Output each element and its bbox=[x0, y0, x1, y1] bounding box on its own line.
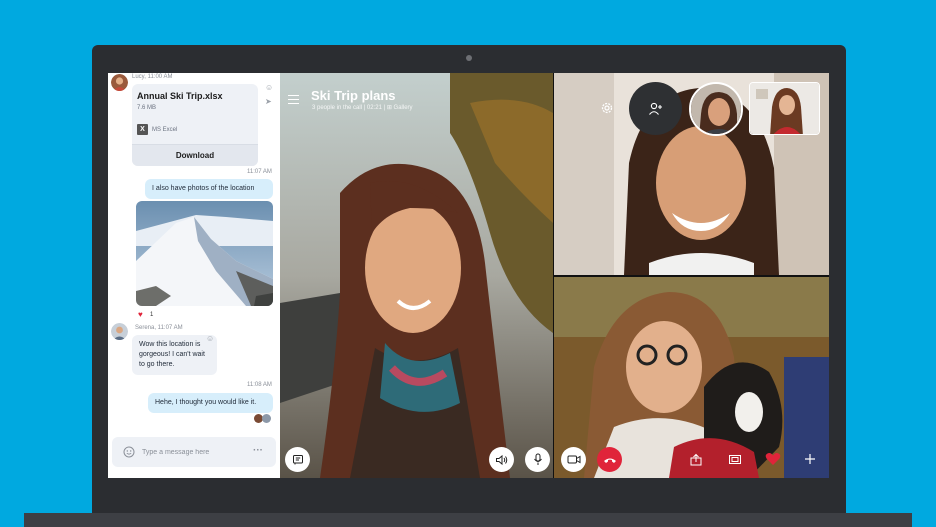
share-screen-icon bbox=[690, 453, 702, 465]
file-name: Annual Ski Trip.xlsx bbox=[137, 91, 223, 101]
more-options-icon[interactable]: ··· bbox=[253, 445, 263, 456]
outgoing-message[interactable]: Hehe, I thought you would like it. bbox=[148, 393, 273, 413]
sender-timestamp: Serena, 11:07 AM bbox=[135, 325, 183, 331]
video-camera-icon bbox=[567, 455, 580, 464]
call-area: Ski Trip plans 3 people in the call | 02… bbox=[280, 73, 829, 478]
end-call-icon bbox=[603, 458, 616, 463]
heart-reaction-icon[interactable]: ♥ bbox=[138, 310, 143, 319]
laptop-base bbox=[24, 513, 912, 527]
participant-bubble[interactable] bbox=[689, 82, 743, 136]
chat-panel: Lucy, 11:00 AM Annual Ski Trip.xlsx 7.6 … bbox=[108, 73, 280, 478]
screenshot-icon bbox=[729, 455, 741, 464]
mountain-photo[interactable] bbox=[136, 201, 273, 306]
message-timestamp: 11:07 AM bbox=[247, 169, 272, 175]
webcam bbox=[466, 55, 472, 61]
emoji-react-icon[interactable]: ☺ bbox=[206, 334, 214, 343]
chat-toggle-button[interactable] bbox=[285, 447, 310, 472]
call-title: Ski Trip plans bbox=[311, 88, 396, 103]
react-button[interactable] bbox=[764, 450, 782, 468]
settings-icon[interactable] bbox=[600, 101, 614, 115]
video-button[interactable] bbox=[561, 447, 586, 472]
speaker-button[interactable] bbox=[489, 447, 514, 472]
incoming-message[interactable]: Wow this location is gorgeous! I can't w… bbox=[132, 335, 217, 375]
skype-window: Lucy, 11:00 AM Annual Ski Trip.xlsx 7.6 … bbox=[108, 73, 829, 478]
download-button[interactable]: Download bbox=[132, 144, 258, 166]
add-person-button[interactable] bbox=[629, 82, 682, 135]
menu-icon[interactable] bbox=[288, 95, 299, 104]
plus-icon bbox=[805, 454, 815, 464]
message-timestamp: 11:08 AM bbox=[247, 382, 272, 388]
excel-icon: X bbox=[137, 124, 148, 135]
chat-icon bbox=[292, 454, 303, 464]
participant-tile-main[interactable] bbox=[280, 73, 553, 478]
add-person-icon bbox=[648, 102, 662, 115]
microphone-button[interactable] bbox=[525, 447, 550, 472]
more-actions-button[interactable] bbox=[801, 450, 819, 468]
participant-tile-bottom-right[interactable] bbox=[554, 277, 829, 478]
reaction-count: 1 bbox=[150, 312, 154, 318]
emoji-icon[interactable] bbox=[123, 446, 135, 458]
read-receipt-avatars bbox=[254, 414, 274, 423]
emoji-react-icon[interactable]: ☺ bbox=[265, 83, 273, 92]
heart-icon bbox=[765, 453, 781, 465]
share-screen-button[interactable] bbox=[687, 450, 705, 468]
lucy-avatar[interactable] bbox=[111, 74, 128, 91]
file-attachment-card[interactable]: Annual Ski Trip.xlsx 7.6 MB X MS Excel D… bbox=[132, 84, 258, 166]
sender-timestamp: Lucy, 11:00 AM bbox=[132, 74, 173, 80]
forward-icon[interactable]: ➤ bbox=[265, 97, 272, 106]
snapshot-button[interactable] bbox=[726, 450, 744, 468]
message-composer[interactable]: ··· bbox=[112, 437, 276, 467]
call-subtitle[interactable]: 3 people in the call | 02:21 | ⊞ Gallery bbox=[312, 104, 413, 111]
microphone-icon bbox=[533, 453, 542, 465]
outgoing-message[interactable]: I also have photos of the location bbox=[145, 179, 273, 199]
end-call-button[interactable] bbox=[597, 447, 622, 472]
serena-avatar[interactable] bbox=[111, 323, 128, 340]
self-view-preview[interactable] bbox=[749, 82, 820, 135]
file-size: 7.6 MB bbox=[137, 105, 157, 111]
message-input[interactable] bbox=[142, 445, 242, 459]
file-app-label: MS Excel bbox=[152, 127, 178, 133]
speaker-icon bbox=[496, 454, 508, 465]
